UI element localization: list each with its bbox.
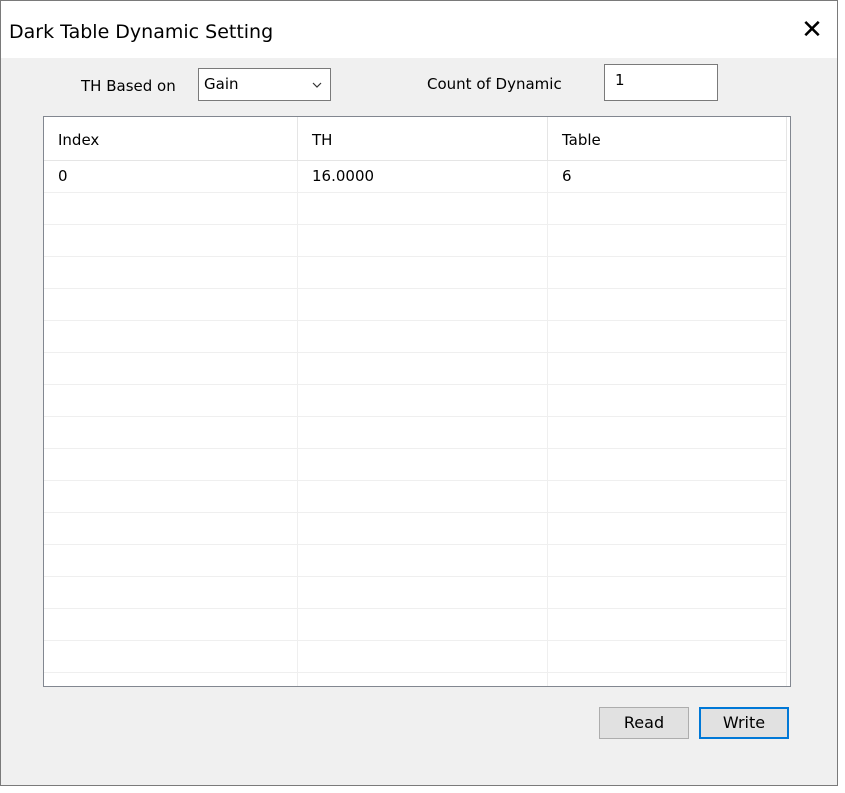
table-cell[interactable] [298,385,548,416]
table-cell[interactable] [298,481,548,512]
table-cell[interactable] [548,257,787,288]
table-cell[interactable] [298,673,548,686]
table-cell[interactable] [298,513,548,544]
table-cell[interactable] [298,257,548,288]
table-row[interactable] [44,225,787,257]
table-cell[interactable] [548,481,787,512]
table-cell[interactable] [548,417,787,448]
write-button[interactable]: Write [699,707,789,739]
table-cell[interactable] [298,641,548,672]
table-row[interactable] [44,417,787,449]
table-cell[interactable] [298,577,548,608]
table-cell[interactable] [548,321,787,352]
table-row[interactable] [44,385,787,417]
th-based-on-dropdown[interactable]: Gain [198,68,331,101]
table-row[interactable] [44,545,787,577]
table-row[interactable] [44,321,787,353]
table-cell[interactable] [548,577,787,608]
table-row[interactable] [44,289,787,321]
table-cell[interactable] [298,545,548,576]
table-cell[interactable] [298,449,548,480]
table-row[interactable] [44,193,787,225]
table-cell[interactable] [44,417,298,448]
table-cell[interactable] [44,289,298,320]
table-cell[interactable] [44,353,298,384]
table-cell[interactable] [298,609,548,640]
table-row[interactable] [44,257,787,289]
table-cell[interactable]: 6 [548,161,787,192]
table-header: Index TH Table [44,117,787,161]
read-button[interactable]: Read [599,707,689,739]
table-cell[interactable] [548,225,787,256]
close-icon[interactable]: ✕ [787,1,837,58]
table-row[interactable] [44,609,787,641]
table-row[interactable] [44,449,787,481]
table-cell[interactable] [44,321,298,352]
table-cell[interactable] [44,577,298,608]
table-row[interactable] [44,641,787,673]
table-cell[interactable] [298,353,548,384]
window-title: Dark Table Dynamic Setting [9,21,274,43]
table-cell[interactable] [548,545,787,576]
table-cell[interactable] [298,193,548,224]
column-header-index[interactable]: Index [44,117,298,160]
title-bar: Dark Table Dynamic Setting ✕ [1,1,837,58]
table-cell[interactable] [44,545,298,576]
table-cell[interactable] [298,289,548,320]
table-cell[interactable] [548,641,787,672]
table-row[interactable]: 0 16.0000 6 [44,161,787,193]
table-cell[interactable] [298,417,548,448]
table-cell[interactable] [44,225,298,256]
table-cell[interactable] [44,257,298,288]
column-header-th[interactable]: TH [298,117,548,160]
table-cell[interactable] [298,225,548,256]
table-cell[interactable]: 0 [44,161,298,192]
table-cell[interactable] [548,609,787,640]
table-cell[interactable]: 16.0000 [298,161,548,192]
table-cell[interactable] [44,609,298,640]
table-cell[interactable] [548,385,787,416]
table-cell[interactable] [44,673,298,686]
table-cell[interactable] [548,353,787,384]
table-cell[interactable] [548,449,787,480]
table-body: 0 16.0000 6 [44,161,787,686]
table-cell[interactable] [548,193,787,224]
th-based-on-value: Gain [204,75,239,93]
table-row[interactable] [44,577,787,609]
table-cell[interactable] [548,289,787,320]
table-cell[interactable] [44,449,298,480]
table-cell[interactable] [44,481,298,512]
dark-table-dynamic-setting-dialog: Dark Table Dynamic Setting ✕ TH Based on… [0,0,838,786]
th-based-on-label: TH Based on [81,77,176,95]
table-row[interactable] [44,481,787,513]
table-row[interactable] [44,513,787,545]
dynamic-table-grid[interactable]: Index TH Table 0 16.0000 6 [43,116,791,687]
table-cell[interactable] [44,193,298,224]
table-cell[interactable] [44,513,298,544]
table-cell[interactable] [548,673,787,686]
column-header-table[interactable]: Table [548,117,787,160]
table-cell[interactable] [44,641,298,672]
table-cell[interactable] [298,321,548,352]
table-cell[interactable] [548,513,787,544]
count-of-dynamic-label: Count of Dynamic [427,75,562,93]
table-cell[interactable] [44,385,298,416]
table-row[interactable] [44,353,787,385]
chevron-down-icon [312,82,322,88]
table-row[interactable] [44,673,787,686]
count-of-dynamic-input[interactable]: 1 [604,64,718,101]
